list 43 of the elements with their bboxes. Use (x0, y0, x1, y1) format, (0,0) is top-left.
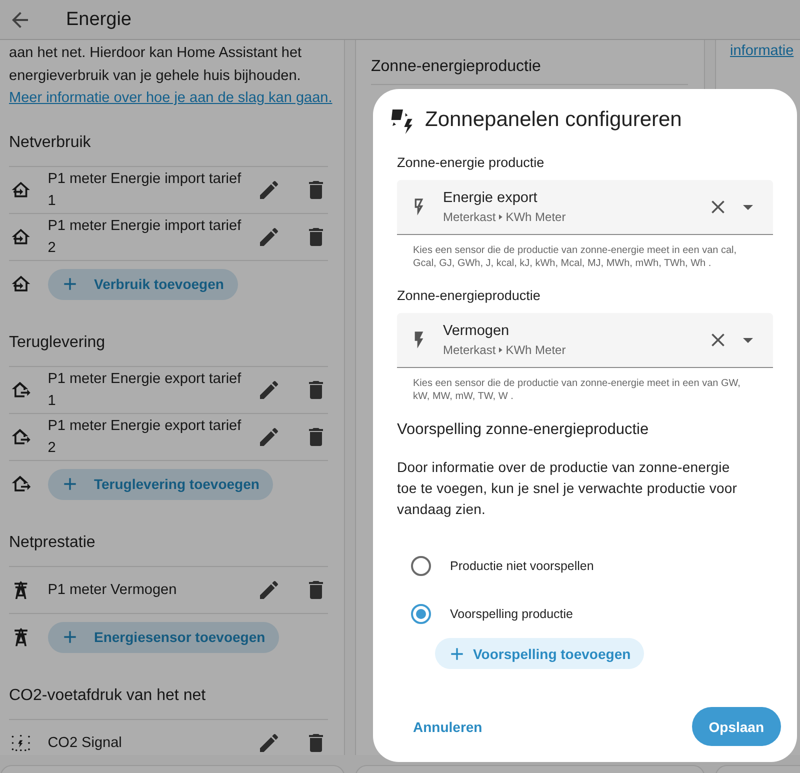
field-label: Zonne-energie productie (397, 155, 546, 170)
field-value: Energie export (443, 190, 538, 206)
chevron-icon (498, 347, 503, 353)
sensor-name: CO2 Signal (48, 734, 123, 752)
card-title: Zonne-energieproductie (371, 54, 688, 85)
sensor-name: P1 meter Energie import tarief 2 (48, 216, 242, 258)
save-button[interactable]: Opslaan (692, 707, 781, 746)
section-title: CO2-voetafdruk van het net (9, 682, 328, 720)
caret-icon (743, 204, 753, 210)
radio-button[interactable] (411, 556, 431, 576)
section-title: Netverbruik (9, 130, 328, 166)
sensor-name: P1 meter Vermogen (48, 580, 178, 600)
add-button[interactable]: Teruglevering toevoegen (48, 468, 274, 500)
device-name: KWh Meter (506, 210, 566, 224)
field-value: Vermogen (443, 323, 510, 339)
cancel-button[interactable]: Annuleren (397, 708, 498, 744)
page-title: Energie (66, 8, 132, 30)
area-name: Meterkast (443, 343, 496, 357)
sensor-name: P1 meter Energie export tarief 2 (48, 416, 242, 458)
helper-text: Kies een sensor die de productie van zonne-energie meet in een van cal, Gcal, GJ, GWh, J, kcal, kJ, kWh, Mcal, MJ, MWh, mWh, TWh, Wh . (412, 244, 738, 270)
learn-more-link[interactable]: Meer informatie over hoe je aan de slag kan gaan. (9, 90, 332, 106)
chevron-icon (498, 214, 503, 220)
helper-text: Kies een sensor die de productie van zonne-energie meet in een van GW, kW, MW, mW, TW, W . (412, 377, 742, 403)
device-name: KWh Meter (506, 343, 566, 357)
entity-picker[interactable]: Energie export Meterkast KWh Meter (397, 180, 773, 235)
add-button[interactable]: Energiesensor toevoegen (48, 622, 280, 652)
description-text: Door informatie over de productie van zonne-energie toe te voegen, kun je snel je verwachte productie voor vandaag zien. (397, 458, 738, 519)
area-name: Meterkast (443, 210, 496, 224)
radio-label: Productie niet voorspellen (450, 559, 594, 573)
field-label: Zonne-energieproductie (397, 288, 542, 303)
radio-label: Voorspelling productie (450, 607, 573, 621)
info-link[interactable]: informatie (730, 40, 800, 62)
add-button[interactable]: Verbruik toevoegen (48, 268, 238, 300)
entity-picker[interactable]: Vermogen Meterkast KWh Meter (397, 313, 773, 368)
add-forecast-button[interactable]: Voorspelling toevoegen (435, 638, 644, 669)
section-title: Voorspelling zonne-energieproductie (397, 421, 650, 439)
section-title: Netprestatie (9, 530, 328, 566)
radio-button[interactable] (411, 604, 431, 624)
dialog-title: Zonnepanelen configureren (425, 108, 682, 132)
sensor-name: P1 meter Energie import tarief 1 (48, 170, 242, 210)
sensor-name: P1 meter Energie export tarief 1 (48, 370, 242, 410)
caret-icon (743, 338, 753, 342)
section-title: Teruglevering (9, 330, 328, 366)
